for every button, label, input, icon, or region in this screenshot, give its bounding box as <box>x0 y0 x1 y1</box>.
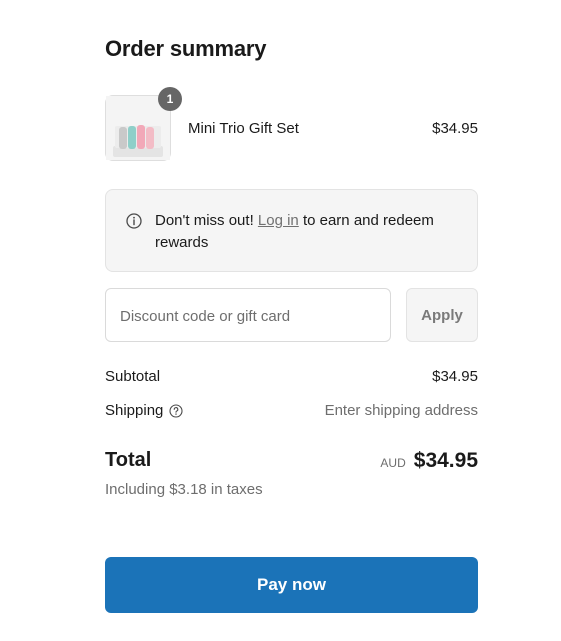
product-name: Mini Trio Gift Set <box>188 120 299 137</box>
shipping-value: Enter shipping address <box>324 402 478 419</box>
apply-button[interactable]: Apply <box>406 288 478 342</box>
subtotal-label: Subtotal <box>105 368 161 385</box>
info-icon <box>126 213 142 229</box>
rewards-text-start: Don't miss out! <box>155 212 258 229</box>
total-value: $34.95 <box>413 449 478 472</box>
order-summary-title: Order summary <box>105 36 267 61</box>
total-amount: AUD $34.95 <box>380 449 478 473</box>
question-circle-icon[interactable] <box>169 403 183 418</box>
discount-input[interactable] <box>118 289 382 343</box>
pay-now-button[interactable]: Pay now <box>105 557 478 613</box>
shipping-label: Shipping <box>105 402 164 419</box>
subtotal-value: $34.95 <box>432 368 478 385</box>
shipping-label-row: Shipping <box>105 402 183 419</box>
rewards-message: Don't miss out! Log in to earn and redee… <box>155 210 465 254</box>
total-label: Total <box>105 449 152 471</box>
total-currency: AUD <box>380 456 406 470</box>
quantity-badge: 1 <box>158 87 182 111</box>
taxes-note: Including $3.18 in taxes <box>105 481 263 498</box>
discount-field[interactable] <box>105 288 391 343</box>
login-link[interactable]: Log in <box>258 212 299 229</box>
rewards-notice: Don't miss out! Log in to earn and redee… <box>105 189 478 272</box>
product-price: $34.95 <box>432 120 478 137</box>
